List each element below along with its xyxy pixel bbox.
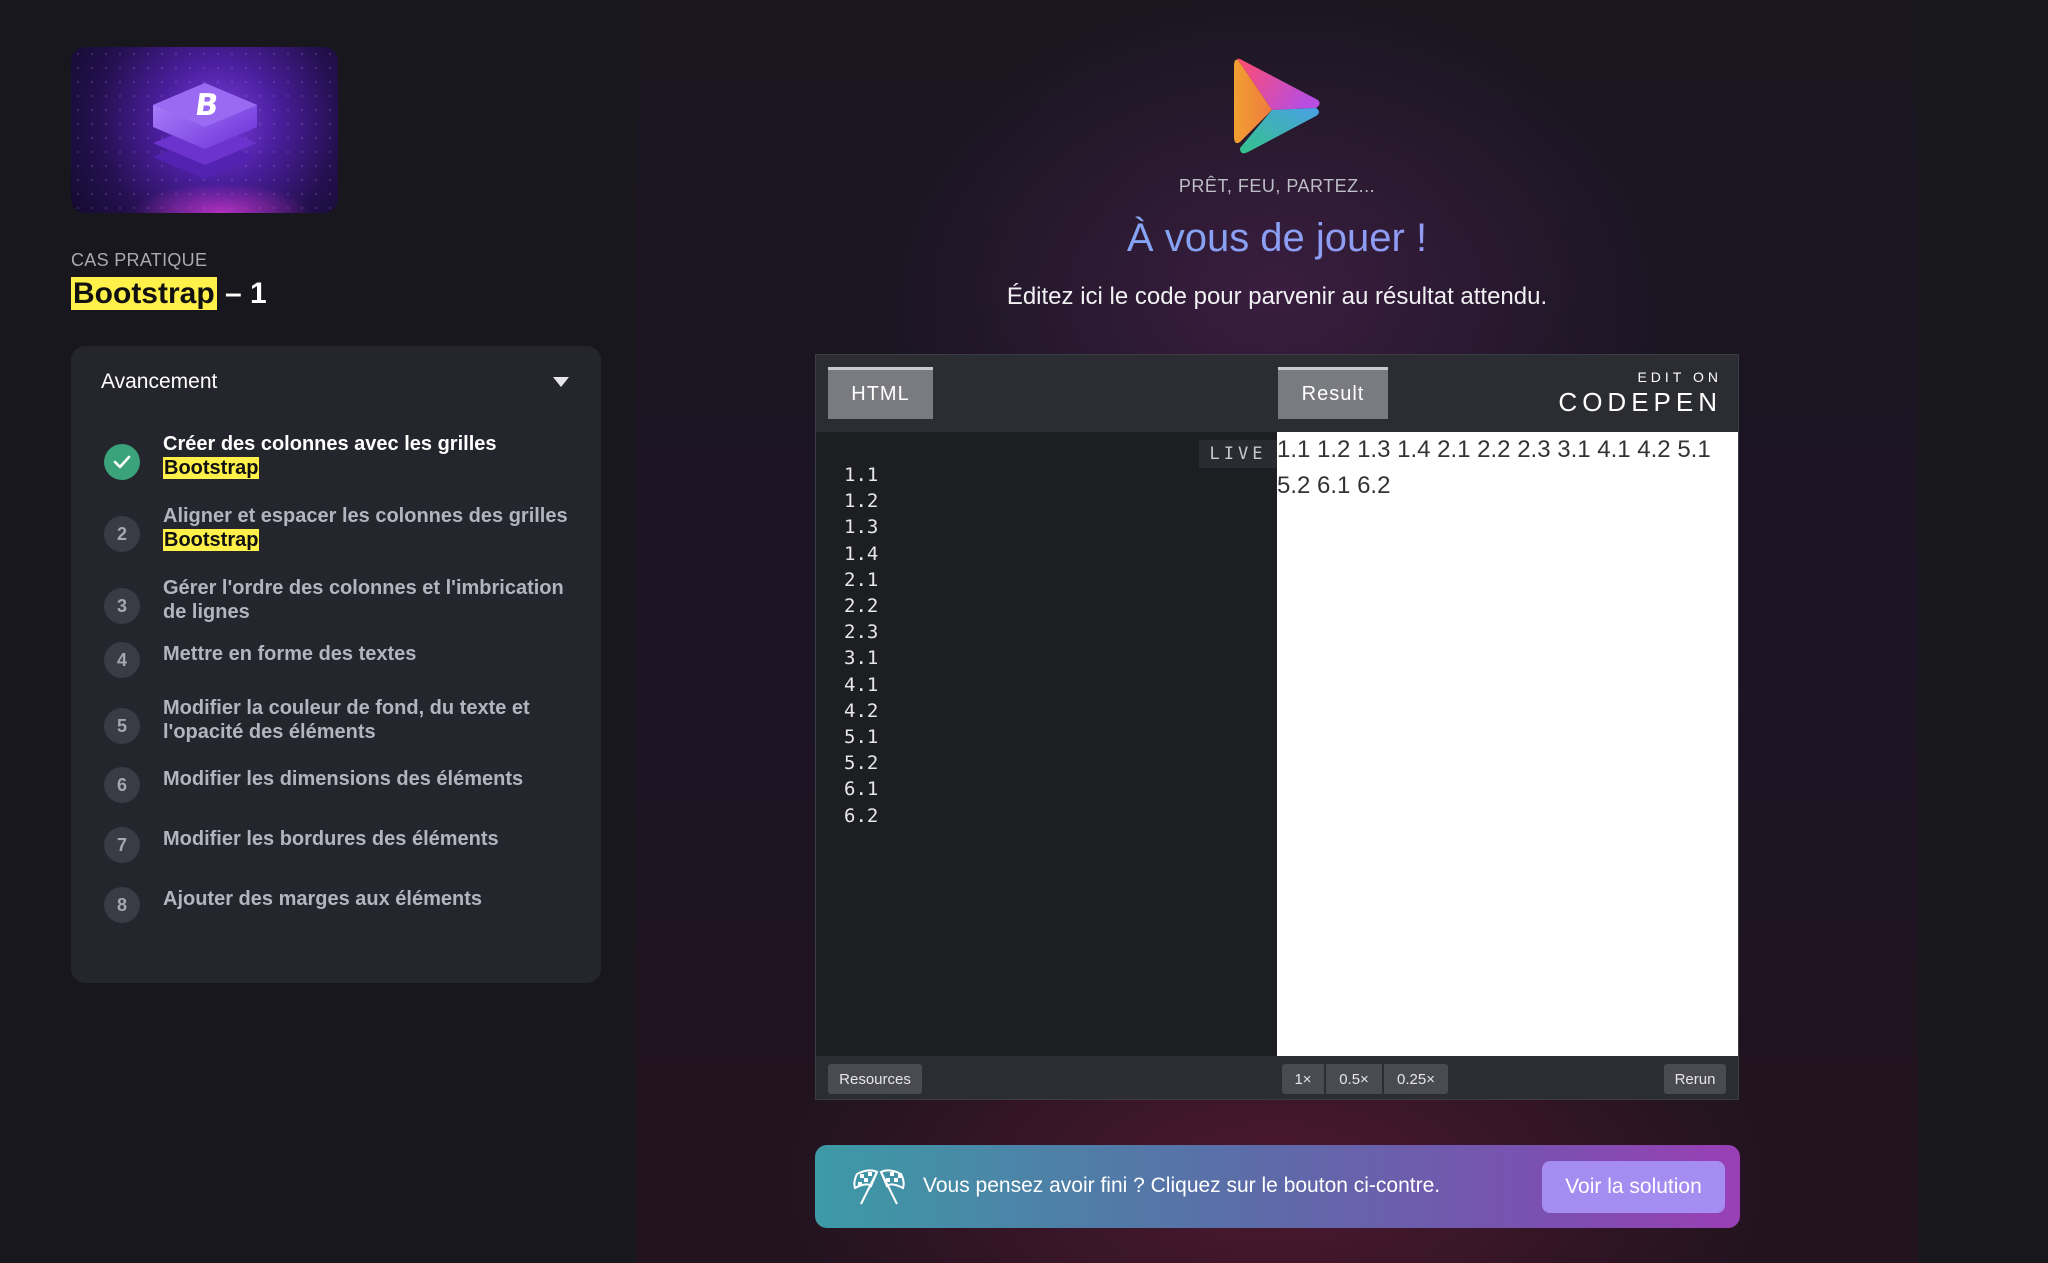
- step-label: Modifier les dimensions des éléments: [163, 767, 573, 791]
- step-number: 8: [104, 887, 140, 923]
- chevron-down-icon[interactable]: [553, 377, 569, 387]
- checkered-flags-icon: [853, 1169, 905, 1205]
- code-line: 4.2: [844, 699, 879, 722]
- html-code-editor[interactable]: LIVE 1.1 1.2 1.3 1.4 2.1 2.2 2.3 3.1 4.1 4.2 5.1 5.…: [816, 432, 1277, 1056]
- code-line: 6.1: [844, 778, 879, 801]
- step-number: 4: [104, 642, 140, 678]
- step-number: 3: [104, 588, 140, 624]
- tab-result[interactable]: Result: [1278, 367, 1388, 419]
- solution-banner: Vous pensez avoir fini ? Cliquez sur le …: [815, 1145, 1740, 1228]
- eyebrow-text: PRÊT, FEU, PARTEZ...: [1178, 176, 1376, 196]
- result-preview: 1.1 1.2 1.3 1.4 2.1 2.2 2.3 3.1 4.1 4.2 …: [1277, 432, 1738, 1056]
- code-line: 6.2: [844, 804, 879, 827]
- rerun-button[interactable]: Rerun: [1664, 1064, 1726, 1094]
- progress-panel: Avancement Créer des colonnes avec les g…: [71, 346, 601, 983]
- codepen-header: HTML Result EDIT ON CODEPEN: [816, 355, 1738, 432]
- zoom-0.5x-button[interactable]: 0.5×: [1326, 1064, 1382, 1094]
- step-number: 2: [104, 516, 140, 552]
- code-line: 5.2: [844, 752, 879, 775]
- page-title: À vous de jouer !: [636, 216, 1918, 261]
- code-line: 5.1: [844, 726, 879, 749]
- code-line: 1.4: [844, 542, 879, 565]
- step-label-text: Aligner et espacer les colonnes des gril…: [163, 505, 568, 527]
- step-label-text: Modifier les dimensions des éléments: [163, 768, 524, 790]
- codepen-embed: HTML Result EDIT ON CODEPEN LIVE 1.1 1.2 1…: [815, 354, 1739, 1100]
- step-label-text: Ajouter des marges aux éléments: [163, 888, 483, 910]
- bootstrap-logo-icon: B: [153, 83, 257, 179]
- tab-html[interactable]: HTML: [828, 367, 933, 419]
- code-line: 1.3: [844, 516, 879, 539]
- edit-on-codepen-link[interactable]: EDIT ON CODEPEN: [1558, 369, 1722, 418]
- edit-on-label: EDIT ON: [1637, 369, 1722, 385]
- step-label: Mettre en forme des textes: [163, 642, 573, 666]
- check-icon: [104, 444, 140, 480]
- zoom-1x-button[interactable]: 1×: [1282, 1064, 1324, 1094]
- step-number: 7: [104, 827, 140, 863]
- codepen-footer: Resources 1× 0.5× 0.25× Rerun: [816, 1056, 1738, 1099]
- step-number: 5: [104, 708, 140, 744]
- code-line: 2.3: [844, 621, 879, 644]
- step-label-text: Créer des colonnes avec les grilles: [163, 433, 497, 455]
- main-content: PRÊT, FEU, PARTEZ... À vous de jouer ! É…: [636, 0, 1918, 1263]
- code-line: 2.1: [844, 568, 879, 591]
- svg-text:B: B: [193, 88, 221, 123]
- code-lines: 1.1 1.2 1.3 1.4 2.1 2.2 2.3 3.1 4.1 4.2 5.1 5.2 6.1 6…: [844, 462, 878, 829]
- progress-title: Avancement: [101, 370, 218, 393]
- page-subtitle: Éditez ici le code pour parvenir au résu…: [1006, 283, 1548, 310]
- codepen-brand: CODEPEN: [1558, 387, 1722, 417]
- course-title: Bootstrap – 1: [71, 277, 267, 311]
- step-label-highlight: Bootstrap: [163, 529, 260, 551]
- step-label-text: Gérer l'ordre des colonnes et l'imbricat…: [163, 577, 564, 623]
- see-solution-button[interactable]: Voir la solution: [1542, 1161, 1725, 1213]
- right-gutter: [1918, 0, 2048, 1263]
- code-line: 3.1: [844, 647, 879, 670]
- step-label: Aligner et espacer les colonnes des gril…: [163, 504, 573, 552]
- step-label: Modifier la couleur de fond, du texte et…: [163, 696, 573, 744]
- play-logo-icon: [1234, 58, 1320, 154]
- zoom-0.25x-button[interactable]: 0.25×: [1384, 1064, 1448, 1094]
- code-line: 1.1: [844, 464, 879, 486]
- step-label-highlight: Bootstrap: [163, 457, 260, 479]
- banner-text: Vous pensez avoir fini ? Cliquez sur le …: [923, 1174, 1441, 1197]
- step-label: Modifier les bordures des éléments: [163, 827, 573, 851]
- code-line: 1.2: [844, 490, 879, 513]
- step-label: Ajouter des marges aux éléments: [163, 887, 573, 911]
- code-line: 4.1: [844, 673, 879, 696]
- resources-button[interactable]: Resources: [828, 1064, 922, 1094]
- step-number: 6: [104, 767, 140, 803]
- course-title-highlight: Bootstrap: [71, 277, 217, 310]
- step-label-text: Modifier la couleur de fond, du texte et…: [163, 697, 530, 743]
- step-label: Créer des colonnes avec les grilles Boots…: [163, 432, 573, 480]
- step-label-text: Mettre en forme des textes: [163, 643, 417, 665]
- course-title-suffix: – 1: [216, 277, 267, 310]
- course-thumbnail: B: [71, 47, 338, 213]
- category-label: CAS PRATIQUE: [71, 250, 208, 270]
- code-line: 2.2: [844, 595, 879, 618]
- result-text: 1.1 1.2 1.3 1.4 2.1 2.2 2.3 3.1 4.1 4.2 …: [1277, 436, 1711, 499]
- live-badge: LIVE: [1199, 440, 1277, 468]
- step-label: Gérer l'ordre des colonnes et l'imbricat…: [163, 576, 573, 624]
- step-label-text: Modifier les bordures des éléments: [163, 828, 499, 850]
- sidebar: B CAS PRATIQUE Bootstrap – 1 Avancement …: [0, 0, 636, 1263]
